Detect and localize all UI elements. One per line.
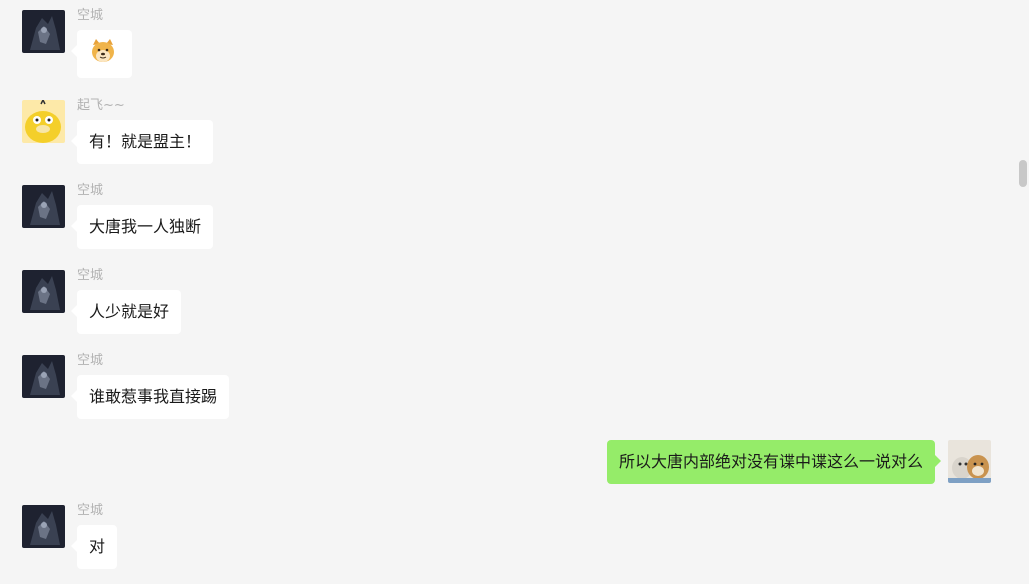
- avatar-qifei[interactable]: [22, 100, 65, 143]
- avatar-kongcheng[interactable]: [22, 270, 65, 313]
- message-bubble[interactable]: 大唐我一人独断: [70, 205, 214, 249]
- sender-name: 空城: [77, 503, 104, 518]
- message-bubble[interactable]: 谁敢惹事我直接踢: [70, 375, 230, 419]
- sender-name: 空城: [77, 268, 104, 283]
- message-bubble[interactable]: 对: [70, 525, 118, 569]
- sender-name: 空城: [77, 8, 104, 23]
- avatar-kongcheng[interactable]: [22, 505, 65, 548]
- message-bubble-outgoing[interactable]: 所以大唐内部绝对没有谍中谍这么一说对么: [606, 440, 942, 484]
- avatar-kongcheng[interactable]: [22, 10, 65, 53]
- doge-emoji-icon: [89, 37, 117, 71]
- avatar-kongcheng[interactable]: [22, 355, 65, 398]
- message-bubble[interactable]: [71, 30, 132, 78]
- sender-name: 起飞~~: [77, 98, 125, 113]
- message-bubble[interactable]: 人少就是好: [70, 290, 182, 334]
- scrollbar-thumb[interactable]: [1019, 160, 1027, 187]
- avatar-kongcheng[interactable]: [22, 185, 65, 228]
- sender-name: 空城: [77, 353, 104, 368]
- chat-message-list: 空城 起飞~~ 有！就是盟主！ 空城 大唐我一人独断 空城 人少就是好 空城 谁: [0, 0, 1029, 584]
- message-bubble[interactable]: 有！就是盟主！: [70, 120, 214, 164]
- sender-name: 空城: [77, 183, 104, 198]
- avatar-self[interactable]: [948, 440, 991, 483]
